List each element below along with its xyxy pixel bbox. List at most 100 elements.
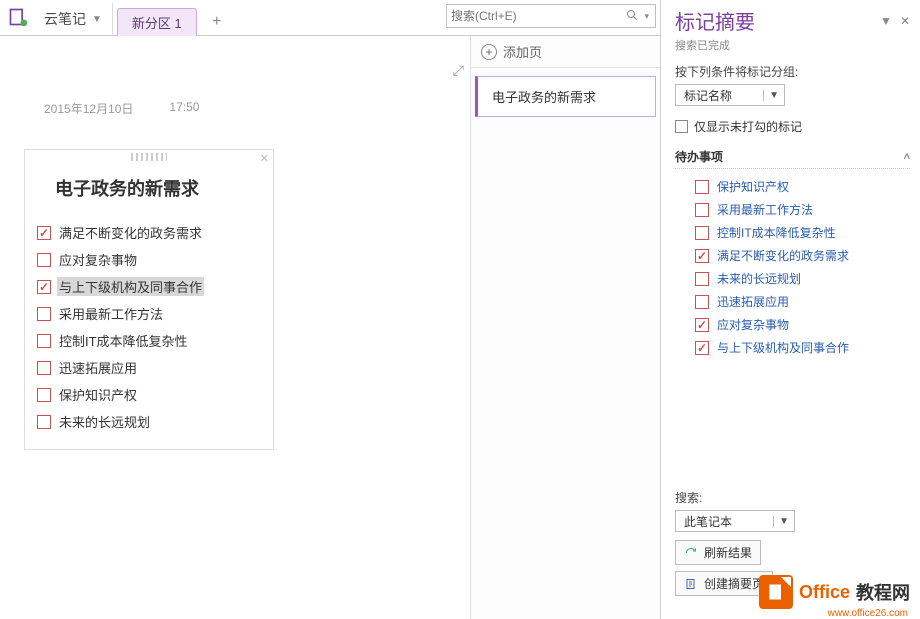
note-item-text[interactable]: 采用最新工作方法 [57, 304, 165, 323]
only-unchecked-checkbox[interactable] [675, 120, 688, 133]
tag-text[interactable]: 应对复杂事物 [717, 316, 789, 333]
todo-checkbox[interactable] [37, 307, 51, 321]
tag-text[interactable]: 与上下级机构及同事合作 [717, 339, 849, 356]
group-by-value: 标记名称 [676, 87, 740, 104]
note-item[interactable]: 控制IT成本降低复杂性 [37, 327, 273, 354]
todo-checkbox[interactable] [37, 334, 51, 348]
todo-checkbox[interactable] [37, 280, 51, 294]
tag-item[interactable]: 保护知识产权 [675, 175, 910, 198]
tag-checkbox[interactable] [695, 180, 709, 194]
note-title[interactable]: 电子政务的新需求 [25, 161, 273, 219]
chevron-down-icon[interactable]: ▼ [773, 516, 794, 527]
watermark-text-1: Office [799, 582, 850, 603]
tag-checkbox[interactable] [695, 295, 709, 309]
tag-checkbox[interactable] [695, 318, 709, 332]
app-icon[interactable] [0, 0, 36, 35]
notebook-name: 云笔记 [44, 9, 86, 29]
tag-list: 保护知识产权采用最新工作方法控制IT成本降低复杂性满足不断变化的政务需求未来的长… [675, 175, 910, 359]
tag-item[interactable]: 满足不断变化的政务需求 [675, 244, 910, 267]
note-item-text[interactable]: 未来的长远规划 [57, 412, 152, 431]
watermark-text-2: 教程网 [856, 579, 910, 605]
panel-options-icon[interactable]: ▼ [880, 14, 892, 28]
chevron-down-icon[interactable]: ▼ [763, 90, 784, 101]
section-name: 新分区 1 [132, 13, 182, 32]
note-item[interactable]: 应对复杂事物 [37, 246, 273, 273]
refresh-results-button[interactable]: 刷新结果 [675, 540, 761, 565]
add-page-button[interactable]: + 添加页 [471, 36, 660, 68]
todo-checkbox[interactable] [37, 253, 51, 267]
search-scope-dropdown[interactable]: ▾ [642, 11, 651, 22]
watermark: Office 教程网 [759, 575, 910, 609]
watermark-url: www.office26.com [828, 608, 908, 619]
refresh-label: 刷新结果 [704, 544, 752, 561]
note-item[interactable]: 迅速拓展应用 [37, 354, 273, 381]
drag-handle[interactable] [131, 153, 167, 161]
tag-checkbox[interactable] [695, 226, 709, 240]
expand-icon[interactable]: ⤢ [453, 62, 464, 79]
note-time: 17:50 [169, 100, 199, 117]
search-input[interactable] [451, 9, 622, 23]
tag-item[interactable]: 应对复杂事物 [675, 313, 910, 336]
todo-checkbox[interactable] [37, 226, 51, 240]
todo-checkbox[interactable] [37, 361, 51, 375]
note-item[interactable]: 采用最新工作方法 [37, 300, 273, 327]
search-scope-select[interactable]: 此笔记本 ▼ [675, 510, 795, 532]
tag-item[interactable]: 与上下级机构及同事合作 [675, 336, 910, 359]
note-item-text[interactable]: 与上下级机构及同事合作 [57, 277, 204, 296]
note-item[interactable]: 与上下级机构及同事合作 [37, 273, 273, 300]
pages-pane: + 添加页 电子政务的新需求 [470, 36, 660, 619]
tag-checkbox[interactable] [695, 203, 709, 217]
collapse-icon[interactable]: ˄ [904, 151, 910, 163]
search-box[interactable]: ▾ [446, 4, 656, 28]
search-icon[interactable] [622, 9, 642, 24]
group-name: 待办事项 [675, 148, 723, 165]
note-canvas[interactable]: ⤢ 2015年12月10日 17:50 ✕ 电子政务的新需求 满足不断变化的政务… [0, 36, 470, 619]
tag-text[interactable]: 迅速拓展应用 [717, 293, 789, 310]
add-page-label: 添加页 [503, 42, 542, 61]
tag-checkbox[interactable] [695, 249, 709, 263]
notebook-tab[interactable]: 云笔记 ▼ [36, 3, 113, 35]
tag-text[interactable]: 保护知识产权 [717, 178, 789, 195]
note-item-text[interactable]: 保护知识产权 [57, 385, 139, 404]
note-timestamp: 2015年12月10日 17:50 [44, 100, 460, 117]
tag-item[interactable]: 未来的长远规划 [675, 267, 910, 290]
note-container[interactable]: ✕ 电子政务的新需求 满足不断变化的政务需求应对复杂事物与上下级机构及同事合作采… [24, 149, 274, 450]
add-section-button[interactable]: + [203, 9, 231, 35]
todo-checkbox[interactable] [37, 415, 51, 429]
note-date: 2015年12月10日 [44, 100, 133, 117]
note-item[interactable]: 保护知识产权 [37, 381, 273, 408]
group-by-label: 按下列条件将标记分组: [675, 63, 910, 80]
note-item-text[interactable]: 控制IT成本降低复杂性 [57, 331, 190, 350]
tag-text[interactable]: 未来的长远规划 [717, 270, 801, 287]
plus-icon: + [481, 44, 497, 60]
tag-item[interactable]: 迅速拓展应用 [675, 290, 910, 313]
tag-item[interactable]: 采用最新工作方法 [675, 198, 910, 221]
only-unchecked-label: 仅显示未打勾的标记 [694, 118, 802, 135]
tag-group-header[interactable]: 待办事项 ˄ [675, 145, 910, 169]
section-tab[interactable]: 新分区 1 [117, 8, 197, 36]
page-item-current[interactable]: 电子政务的新需求 [475, 76, 656, 117]
chevron-down-icon[interactable]: ▼ [92, 14, 102, 25]
todo-checkbox[interactable] [37, 388, 51, 402]
tag-checkbox[interactable] [695, 272, 709, 286]
note-item[interactable]: 满足不断变化的政务需求 [37, 219, 273, 246]
note-item-text[interactable]: 应对复杂事物 [57, 250, 139, 269]
tag-text[interactable]: 控制IT成本降低复杂性 [717, 224, 836, 241]
tag-text[interactable]: 满足不断变化的政务需求 [717, 247, 849, 264]
panel-close-icon[interactable]: ✕ [900, 14, 910, 28]
tag-checkbox[interactable] [695, 341, 709, 355]
tab-bar: 云笔记 ▼ 新分区 1 + ▾ [0, 0, 660, 36]
summary-label: 创建摘要页 [704, 575, 764, 592]
note-item-text[interactable]: 迅速拓展应用 [57, 358, 139, 377]
panel-title: 标记摘要 [675, 6, 755, 35]
tag-text[interactable]: 采用最新工作方法 [717, 201, 813, 218]
note-item-text[interactable]: 满足不断变化的政务需求 [57, 223, 204, 242]
close-icon[interactable]: ✕ [260, 152, 269, 165]
refresh-icon [684, 546, 698, 560]
tag-item[interactable]: 控制IT成本降低复杂性 [675, 221, 910, 244]
search-scope-label: 搜索: [675, 489, 910, 506]
tags-summary-panel: 标记摘要 ▼ ✕ 搜索已完成 按下列条件将标记分组: 标记名称 ▼ 仅显示未打勾… [660, 0, 920, 619]
group-by-select[interactable]: 标记名称 ▼ [675, 84, 785, 106]
note-item[interactable]: 未来的长远规划 [37, 408, 273, 435]
note-item-list: 满足不断变化的政务需求应对复杂事物与上下级机构及同事合作采用最新工作方法控制IT… [25, 219, 273, 449]
